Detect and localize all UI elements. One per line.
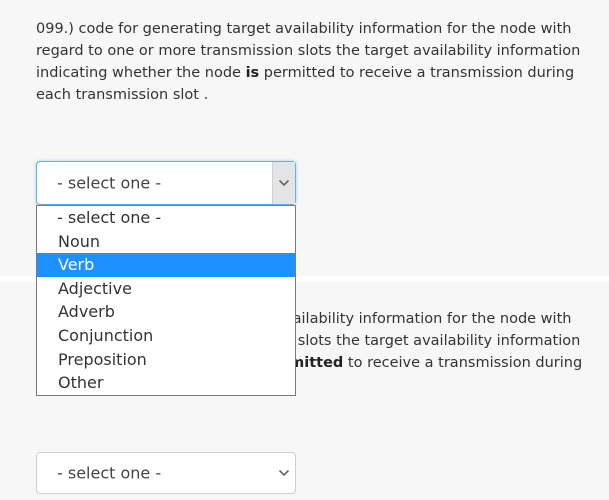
question-text: 099.) code for generating target availab… xyxy=(36,18,592,106)
part-of-speech-select[interactable]: - select one - xyxy=(36,161,296,205)
dropdown-option[interactable]: - select one - xyxy=(37,206,295,230)
select-value: - select one - xyxy=(57,173,162,193)
dropdown-option[interactable]: Preposition xyxy=(37,348,295,372)
select-arrow-button[interactable] xyxy=(273,453,295,493)
dropdown-option[interactable]: Adjective xyxy=(37,277,295,301)
dropdown-option[interactable]: Conjunction xyxy=(37,324,295,348)
question-emphasis: is xyxy=(245,65,260,81)
dropdown-option[interactable]: Adverb xyxy=(37,300,295,324)
dropdown-option[interactable]: Noun xyxy=(37,230,295,254)
chevron-down-icon xyxy=(278,469,290,477)
dropdown-option-highlighted[interactable]: Verb xyxy=(37,253,295,277)
part-of-speech-select[interactable]: - select one - xyxy=(36,452,296,494)
select-value: - select one - xyxy=(57,463,162,483)
dropdown-option[interactable]: Other xyxy=(37,371,295,395)
select-arrow-button[interactable] xyxy=(272,162,295,204)
chevron-down-icon xyxy=(278,179,290,187)
select-dropdown-list[interactable]: - select one - Noun Verb Adjective Adver… xyxy=(36,205,296,396)
